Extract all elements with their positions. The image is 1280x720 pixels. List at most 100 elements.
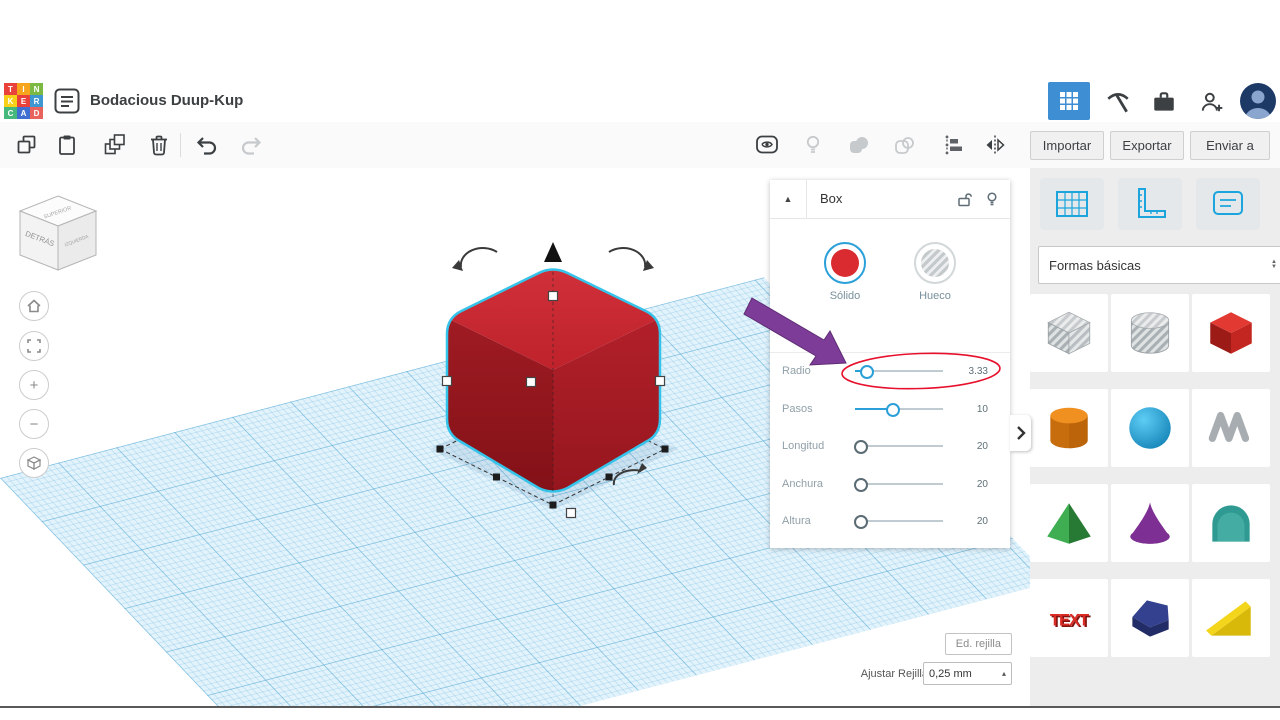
edit-toolbar: Importar Exportar Enviar a — [0, 122, 1280, 169]
mirror-button[interactable] — [978, 128, 1012, 162]
logo-letter: C — [4, 107, 17, 119]
lightbulb-icon — [806, 135, 820, 153]
solid-radio[interactable] — [824, 242, 866, 284]
height-slider-handle[interactable] — [854, 515, 869, 529]
slider-label: Radio — [782, 365, 811, 377]
pickaxe-icon — [1107, 93, 1129, 113]
height-value[interactable]: 20 — [948, 503, 988, 540]
slider-row-steps: Pasos 10 — [770, 391, 1010, 429]
chevron-right-icon — [1016, 426, 1026, 440]
collapse-inspector-button[interactable]: ▲ — [770, 180, 807, 218]
length-slider[interactable] — [854, 440, 943, 454]
blocks-editor-button[interactable] — [1104, 88, 1132, 116]
align-icon — [945, 135, 962, 155]
user-avatar[interactable] — [1240, 83, 1276, 119]
copy-button[interactable] — [10, 128, 44, 162]
shape-box[interactable] — [1192, 294, 1270, 372]
workplane-tool-button[interactable] — [1040, 178, 1104, 230]
delete-button[interactable] — [142, 128, 176, 162]
cylinder-hole-icon — [1130, 312, 1170, 354]
roof-icon — [1212, 505, 1250, 542]
export-button[interactable]: Exportar — [1110, 131, 1184, 160]
snap-grid-label: Ajustar Rejilla — [860, 668, 928, 680]
lock-open-icon — [958, 193, 972, 207]
align-button[interactable] — [936, 128, 970, 162]
shape-roof[interactable] — [1192, 484, 1270, 562]
collapse-shapes-panel-button[interactable] — [1010, 415, 1031, 451]
design-title[interactable]: Bodacious Duup-Kup — [90, 80, 243, 122]
logo-letter: K — [4, 95, 17, 107]
length-value[interactable]: 20 — [948, 428, 988, 465]
height-slider[interactable] — [854, 515, 943, 529]
lock-button[interactable] — [956, 191, 972, 207]
shape-scribble[interactable] — [1192, 389, 1270, 467]
width-slider-handle[interactable] — [854, 477, 869, 492]
ruler-icon — [1138, 188, 1166, 218]
select-arrows-icon: ▲ ▼ — [1271, 259, 1277, 270]
shape-grid: TEXT TEXT — [1030, 294, 1270, 657]
radius-value[interactable]: 3.33 — [948, 353, 988, 390]
shape-category-value: Formas básicas — [1049, 257, 1141, 273]
tinkercad-logo[interactable]: T I N K E R C A D — [4, 83, 43, 119]
shape-pyramid[interactable] — [1030, 484, 1108, 562]
edit-grid-button[interactable]: Ed. rejilla — [944, 633, 1012, 655]
notes-tool-button[interactable] — [1196, 178, 1260, 230]
redo-button[interactable] — [234, 128, 268, 162]
hole-option[interactable]: Hueco — [895, 242, 975, 302]
design-menu-button[interactable] — [54, 88, 80, 114]
box-icon — [1210, 312, 1252, 354]
group-button[interactable] — [842, 128, 876, 162]
import-button[interactable]: Importar — [1030, 131, 1104, 160]
paste-icon — [59, 135, 75, 155]
length-slider-handle[interactable] — [854, 440, 869, 454]
shape-polygon[interactable] — [1111, 579, 1189, 657]
invite-user-button[interactable] — [1198, 88, 1226, 116]
svg-text:TEXT: TEXT — [1050, 610, 1089, 629]
shape-wedge[interactable] — [1192, 579, 1270, 657]
briefcase-icon — [1154, 92, 1174, 111]
logo-letter: N — [30, 83, 43, 95]
width-slider[interactable] — [854, 477, 943, 492]
undo-button[interactable] — [190, 128, 224, 162]
radius-slider[interactable] — [855, 365, 943, 379]
shape-cylinder-hole[interactable] — [1111, 294, 1189, 372]
slider-label: Anchura — [782, 477, 823, 490]
show-all-button[interactable] — [750, 128, 784, 162]
inspector-header: ▲ Box — [770, 180, 1010, 219]
duplicate-button[interactable] — [98, 128, 132, 162]
slider-label: Longitud — [782, 440, 825, 452]
person-add-icon — [1201, 92, 1223, 112]
logo-letter: D — [30, 107, 43, 119]
avatar-person-icon — [1245, 90, 1271, 119]
shape-text[interactable]: TEXT TEXT — [1030, 579, 1108, 657]
radius-slider-handle[interactable] — [860, 365, 875, 379]
light-toggle-button[interactable] — [796, 128, 830, 162]
solid-label: Sólido — [829, 290, 861, 302]
send-to-button[interactable]: Enviar a — [1190, 131, 1270, 160]
width-value[interactable]: 20 — [948, 466, 988, 503]
ungroup-button[interactable] — [888, 128, 922, 162]
logo-letter: I — [17, 83, 30, 95]
shape-sphere[interactable] — [1111, 389, 1189, 467]
classes-button[interactable] — [1150, 88, 1178, 116]
steps-value[interactable]: 10 — [948, 391, 988, 428]
redo-icon — [241, 137, 262, 155]
steps-slider-handle[interactable] — [885, 402, 900, 417]
shape-cylinder[interactable] — [1030, 389, 1108, 467]
solid-option[interactable]: Sólido — [805, 242, 885, 302]
steps-slider[interactable] — [855, 402, 943, 417]
shape-box-hole[interactable] — [1030, 294, 1108, 372]
shape-cone[interactable] — [1111, 484, 1189, 562]
hide-shape-button[interactable] — [984, 191, 1000, 207]
view-cube[interactable]: SUPERIOR DETRÁS IZQUIERDA — [12, 190, 104, 278]
scribble-icon — [1208, 411, 1250, 442]
ruler-tool-button[interactable] — [1118, 178, 1182, 230]
height-cone-handle — [544, 242, 562, 262]
dashboard-grid-button[interactable] — [1048, 82, 1090, 120]
slider-row-radio: Radio 3.33 — [770, 353, 1010, 391]
paste-button[interactable] — [50, 128, 84, 162]
snap-grid-select[interactable]: 0,25 mm ▴ — [923, 662, 1012, 685]
hole-radio[interactable] — [914, 242, 956, 284]
mirror-icon — [986, 135, 1005, 155]
shape-category-select[interactable]: Formas básicas ▲ ▼ — [1038, 246, 1280, 284]
